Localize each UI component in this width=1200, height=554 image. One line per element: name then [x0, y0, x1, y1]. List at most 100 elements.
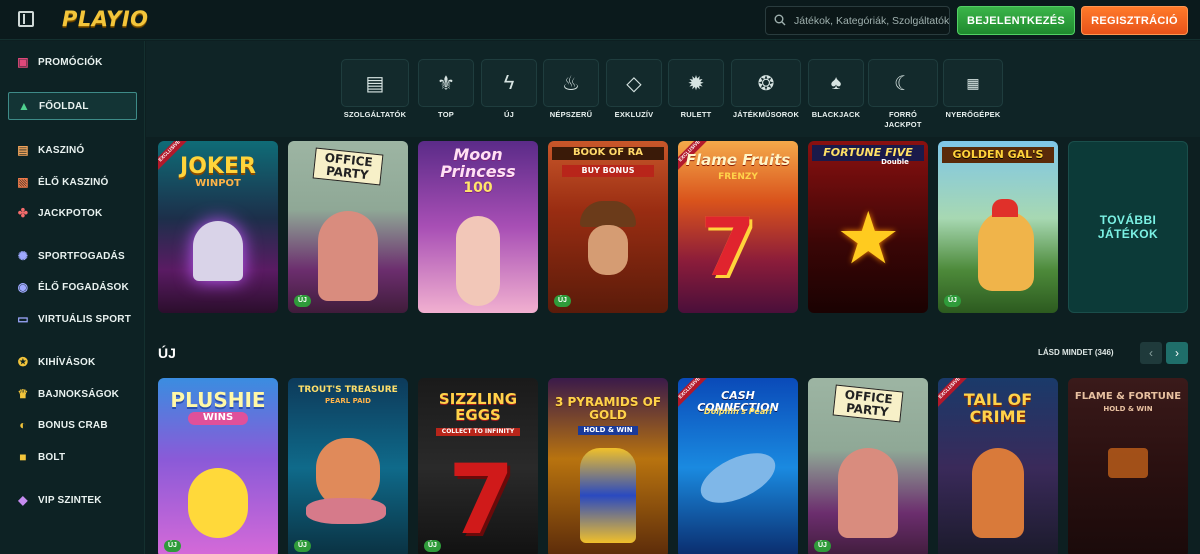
register-button[interactable]: REGISZTRÁCIÓ [1081, 6, 1188, 35]
category-roulette[interactable]: ✹ [668, 59, 724, 107]
game-subtitle: PEARL PAID [325, 397, 371, 405]
sidebar-item-label: BAJNOKSÁGOK [38, 388, 120, 400]
explorer-face-art [588, 225, 628, 275]
category-label: TOP [438, 110, 454, 119]
category-label: BLACKJACK [811, 110, 861, 119]
new-badge: ÚJ [424, 540, 441, 552]
diamond-icon: ◆ [18, 493, 28, 507]
category-new[interactable]: ϟ [481, 59, 537, 107]
sidebar-toggle-icon[interactable] [18, 11, 34, 27]
play-icon [1108, 448, 1148, 478]
category-label: FORRÓ JACKPOT [884, 110, 922, 129]
game-title: 3 PYRAMIDS OF GOLD [554, 395, 662, 422]
sidebar-item-jackpots[interactable]: ✤ JACKPOTOK [8, 199, 137, 227]
new-badge: ÚJ [294, 295, 311, 307]
logo[interactable]: PLAYIO [62, 7, 149, 31]
sidebar-item-virtual-sport[interactable]: ▭ VIRTUÁLIS SPORT [8, 305, 137, 333]
category-hot-jackpot[interactable]: ☾ [868, 59, 938, 107]
category-label: JÁTÉKMŰSOROK [732, 110, 800, 119]
fox-art [972, 448, 1024, 538]
game-tile[interactable]: FLAME & FORTUNE HOLD & WIN [1068, 378, 1188, 554]
game-title: OFFICE PARTY [312, 147, 384, 186]
category-game-shows[interactable]: ❂ [731, 59, 801, 107]
category-bar: ▤ SZOLGÁLTATÓK ⚜ TOP ϟ ÚJ ♨ NÉPSZERŰ ◇ E… [146, 41, 1200, 137]
category-label: ÚJ [504, 110, 514, 119]
game-tile[interactable]: FORTUNE FIVE Double ★ [808, 141, 928, 313]
game-subtitle: 100 [463, 180, 493, 196]
sidebar-item-live-betting[interactable]: ◉ ÉLŐ FOGADÁSOK [8, 273, 137, 301]
login-button[interactable]: BEJELENTKEZÉS [957, 6, 1075, 35]
spade-icon: ♠ [830, 71, 842, 94]
joker-art [193, 221, 243, 281]
fish-art [306, 498, 386, 524]
game-tile[interactable]: OFFICE PARTY ÚJ [288, 141, 408, 313]
sidebar: ▣ PROMÓCIÓK ▲ FŐOLDAL ▤ KASZINÓ ▧ ÉLŐ KA… [0, 41, 145, 554]
game-tile[interactable]: 3 PYRAMIDS OF GOLD HOLD & WIN [548, 378, 668, 554]
game-title: SIZZLING EGGS [438, 390, 518, 424]
game-tile[interactable]: GOLDEN GAL'S ÚJ [938, 141, 1058, 313]
sidebar-item-label: ÉLŐ FOGADÁSOK [38, 281, 129, 293]
sidebar-item-label: FŐOLDAL [39, 100, 89, 112]
category-label: EXKLUZÍV [614, 110, 654, 119]
sidebar-item-casino[interactable]: ▤ KASZINÓ [8, 136, 137, 164]
see-all-link[interactable]: LÁSD MINDET (346) [1038, 348, 1114, 357]
sidebar-item-home[interactable]: ▲ FŐOLDAL [8, 92, 137, 120]
game-tile[interactable]: EXCLUSIVE JOKER WINPOT [158, 141, 278, 313]
game-subtitle: HOLD & WIN [1103, 405, 1153, 413]
game-tile[interactable]: PLUSHIE WINS ÚJ [158, 378, 278, 554]
carousel-next-button[interactable]: › [1166, 342, 1188, 364]
game-tile[interactable]: EXCLUSIVE CASH CONNECTION Dolphin's Pear… [678, 378, 798, 554]
category-slots[interactable]: ▦ [943, 59, 1003, 107]
game-subtitle: FRENZY [718, 172, 758, 182]
sidebar-item-label: PROMÓCIÓK [38, 56, 103, 68]
sidebar-item-bonus-crab[interactable]: ◐ BONUS CRAB [8, 411, 137, 439]
sidebar-item-vip-levels[interactable]: ◆ VIP SZINTEK [8, 486, 137, 514]
game-title: TAIL OF CRIME [963, 390, 1033, 426]
sidebar-item-label: BOLT [38, 451, 66, 463]
trophy-icon: ♛ [17, 387, 29, 401]
game-tile[interactable]: EXCLUSIVE TAIL OF CRIME [938, 378, 1058, 554]
sidebar-item-challenges[interactable]: ✪ KIHÍVÁSOK [8, 348, 137, 376]
ball-icon: ✺ [17, 249, 29, 263]
game-tile[interactable]: OFFICE PARTY ÚJ [808, 378, 928, 554]
category-top[interactable]: ⚜ [418, 59, 474, 107]
chevron-right-icon: › [1175, 346, 1179, 360]
pharaoh-art [580, 448, 636, 543]
new-badge: ÚJ [554, 295, 571, 307]
office-party-art [838, 448, 898, 538]
game-tile[interactable]: BOOK OF RA BUY BONUS ÚJ [548, 141, 668, 313]
category-label: NÉPSZERŰ [549, 110, 593, 119]
shop-icon: ■ [19, 450, 27, 464]
game-tile[interactable]: TROUT'S TREASURE PEARL PAID ÚJ [288, 378, 408, 554]
cards-icon: ▧ [17, 175, 29, 189]
live-icon: ◉ [17, 280, 29, 294]
category-exclusive[interactable]: ◇ [606, 59, 662, 107]
carousel-prev-button[interactable]: ‹ [1140, 342, 1162, 364]
sidebar-item-live-casino[interactable]: ▧ ÉLŐ KASZINÓ [8, 168, 137, 196]
game-subtitle: WINS [188, 412, 248, 425]
game-subtitle: WINPOT [195, 178, 241, 189]
dolphin-art [693, 442, 783, 514]
rooster-art [978, 211, 1034, 291]
game-tile[interactable]: SIZZLING EGGS COLLECT TO INFINITY 7 ÚJ [418, 378, 538, 554]
more-games-button[interactable]: TOVÁBBI JÁTÉKOK [1068, 141, 1188, 313]
category-providers[interactable]: ▤ [341, 59, 409, 107]
game-tile[interactable]: Moon Princess 100 [418, 141, 538, 313]
category-blackjack[interactable]: ♠ [808, 59, 864, 107]
game-title: Flame Fruits [685, 151, 791, 169]
sidebar-item-tournaments[interactable]: ♛ BAJNOKSÁGOK [8, 380, 137, 408]
sidebar-item-promotions[interactable]: ▣ PROMÓCIÓK [8, 48, 137, 76]
sidebar-item-label: JACKPOTOK [38, 207, 103, 219]
new-badge: ÚJ [944, 295, 961, 307]
sidebar-item-shop[interactable]: ■ BOLT [8, 443, 137, 471]
category-popular[interactable]: ♨ [543, 59, 599, 107]
game-tile[interactable]: EXCLUSIVE Flame Fruits FRENZY 7 [678, 141, 798, 313]
top-header: PLAYIO Játékok, Kategóriák, Szolgáltatók… [0, 0, 1200, 40]
sidebar-item-sportsbook[interactable]: ✺ SPORTFOGADÁS [8, 242, 137, 270]
roulette-icon: ✹ [687, 72, 705, 95]
new-badge: ÚJ [294, 540, 311, 552]
sidebar-item-label: VIP SZINTEK [38, 494, 102, 506]
diamond-icon: ◇ [626, 72, 642, 95]
search-input[interactable]: Játékok, Kategóriák, Szolgáltatók [765, 6, 950, 35]
sidebar-item-label: BONUS CRAB [38, 419, 108, 431]
